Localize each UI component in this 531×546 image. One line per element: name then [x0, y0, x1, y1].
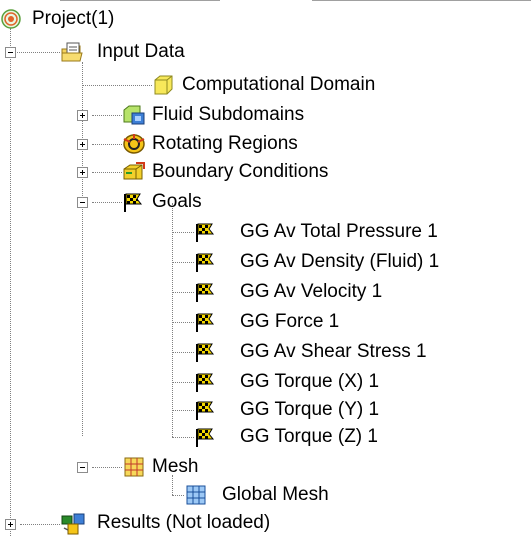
checkered-flag-icon: [194, 399, 216, 421]
checkered-flag-icon: [194, 371, 216, 393]
tree-node-label: Rotating Regions: [152, 133, 298, 154]
goal-item-label: GG Torque (X) 1: [240, 371, 380, 392]
tree-line: [172, 410, 194, 411]
tree-node-label: Fluid Subdomains: [152, 104, 305, 125]
goal-item-label: GG Av Density (Fluid) 1: [240, 251, 440, 272]
tree-line: [10, 28, 11, 536]
tree-line: [10, 52, 60, 53]
tree-line: [92, 115, 122, 116]
tree-line: [172, 437, 194, 438]
fluid-subdomains-icon: [122, 104, 145, 126]
goal-item-label: GG Av Total Pressure 1: [240, 221, 438, 242]
input-data-folder-icon: [60, 41, 83, 63]
tree-line: [172, 232, 194, 233]
tree-line: [172, 352, 194, 353]
tree-line: [172, 322, 194, 323]
rotating-regions-icon: [122, 133, 145, 155]
goal-item-label: GG Force 1: [240, 311, 340, 332]
tree-line: [172, 495, 184, 496]
goal-item-label: GG Av Shear Stress 1: [240, 341, 427, 362]
tree-node-label: Mesh: [152, 456, 199, 477]
boundary-conditions-icon: [122, 161, 145, 183]
tree-node-label: Global Mesh: [222, 484, 329, 505]
tree-line: [92, 467, 122, 468]
checkered-flag-icon: [194, 221, 216, 243]
tree-line: [172, 382, 194, 383]
tree-node-label: Goals: [152, 191, 202, 212]
tree-node-label: Input Data: [97, 41, 185, 62]
tree-node-label: Boundary Conditions: [152, 161, 329, 182]
expand-toggle[interactable]: [77, 167, 88, 178]
tree-line: [172, 292, 194, 293]
mesh-icon: [122, 455, 144, 477]
goal-item-label: GG Torque (Z) 1: [240, 426, 378, 447]
tree-line: [92, 144, 122, 145]
tree-node-label: Computational Domain: [182, 74, 376, 95]
checkered-flag-icon: [194, 311, 216, 333]
checkered-flag-icon: [194, 281, 216, 303]
tree-line: [172, 203, 173, 437]
panel-top-border: [60, 0, 220, 1]
checkered-flag-icon: [194, 341, 216, 363]
goal-item-label: GG Torque (Y) 1: [240, 399, 380, 420]
tree-line: [20, 524, 60, 525]
global-mesh-icon: [184, 483, 206, 505]
tree-node-label: Project(1): [32, 8, 115, 29]
tree-line: [82, 85, 152, 86]
checkered-flag-icon: [122, 191, 144, 213]
checkered-flag-icon: [194, 251, 216, 273]
tree-node-label: Results (Not loaded): [97, 512, 271, 533]
computational-domain-icon: [152, 74, 174, 96]
results-icon: [60, 512, 85, 535]
tree-line: [172, 475, 173, 495]
collapse-toggle[interactable]: [5, 47, 16, 58]
collapse-toggle[interactable]: [77, 462, 88, 473]
tree-line: [92, 172, 122, 173]
expand-toggle[interactable]: [5, 519, 16, 530]
collapse-toggle[interactable]: [77, 197, 88, 208]
goal-item-label: GG Av Velocity 1: [240, 281, 383, 302]
checkered-flag-icon: [194, 426, 216, 448]
tree-line: [92, 202, 122, 203]
project-target-icon: [0, 8, 22, 30]
expand-toggle[interactable]: [77, 139, 88, 150]
tree-line: [172, 262, 194, 263]
expand-toggle[interactable]: [77, 110, 88, 121]
panel-top-border: [312, 0, 531, 1]
